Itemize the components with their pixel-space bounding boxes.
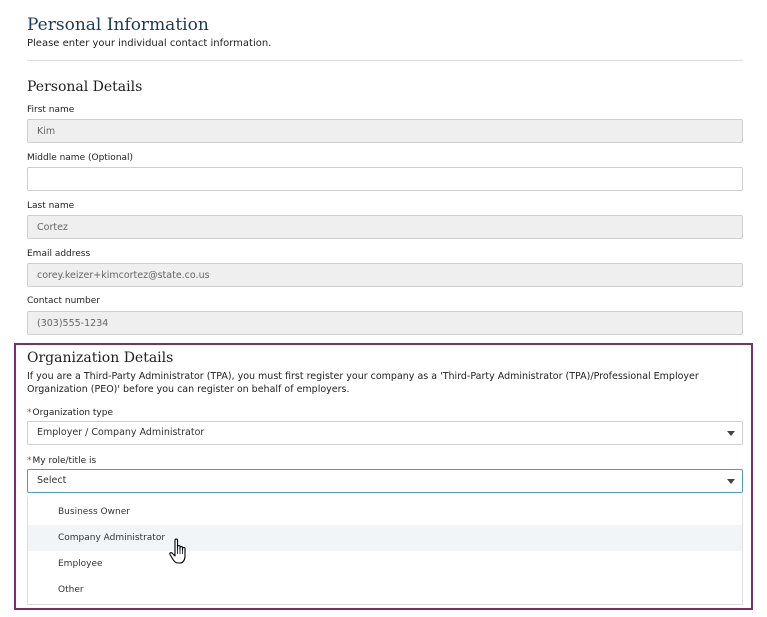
contact-number-label: Contact number <box>27 296 101 306</box>
first-name-field[interactable] <box>27 119 743 143</box>
role-option-company-administrator[interactable]: Company Administrator <box>28 525 742 551</box>
personal-information-page: Personal Information Please enter your i… <box>0 0 767 617</box>
role-option-business-owner[interactable]: Business Owner <box>28 499 742 525</box>
role-select-value: Select <box>37 475 67 486</box>
required-marker: * <box>27 456 32 466</box>
email-label: Email address <box>27 249 91 259</box>
organization-description: If you are a Third-Party Administrator (… <box>27 371 699 395</box>
role-option-other[interactable]: Other <box>28 577 742 603</box>
required-marker: * <box>27 408 32 418</box>
role-option-employee[interactable]: Employee <box>28 551 742 577</box>
page-title: Personal Information <box>27 15 209 35</box>
organization-details-heading: Organization Details <box>27 350 174 366</box>
first-name-label: First name <box>27 105 75 115</box>
role-select[interactable]: Select <box>27 469 743 493</box>
chevron-down-icon <box>727 431 735 436</box>
email-field[interactable] <box>27 263 743 287</box>
organization-type-value: Employer / Company Administrator <box>37 427 205 438</box>
hand-pointer-icon <box>169 538 186 564</box>
role-label: *My role/title is <box>27 456 96 466</box>
contact-number-field[interactable] <box>27 311 743 335</box>
organization-type-label: *Organization type <box>27 408 113 418</box>
organization-type-select[interactable]: Employer / Company Administrator <box>27 421 743 445</box>
header-divider <box>27 60 743 61</box>
middle-name-field[interactable] <box>27 167 743 191</box>
last-name-label: Last name <box>27 201 75 211</box>
role-dropdown-list: Business Owner Company Administrator Emp… <box>27 497 743 605</box>
role-label-text: My role/title is <box>32 456 97 466</box>
personal-details-heading: Personal Details <box>27 79 143 95</box>
chevron-down-icon <box>727 479 735 484</box>
last-name-field[interactable] <box>27 215 743 239</box>
middle-name-label: Middle name (Optional) <box>27 153 134 163</box>
page-subtitle: Please enter your individual contact inf… <box>27 38 272 49</box>
organization-type-label-text: Organization type <box>32 408 114 418</box>
